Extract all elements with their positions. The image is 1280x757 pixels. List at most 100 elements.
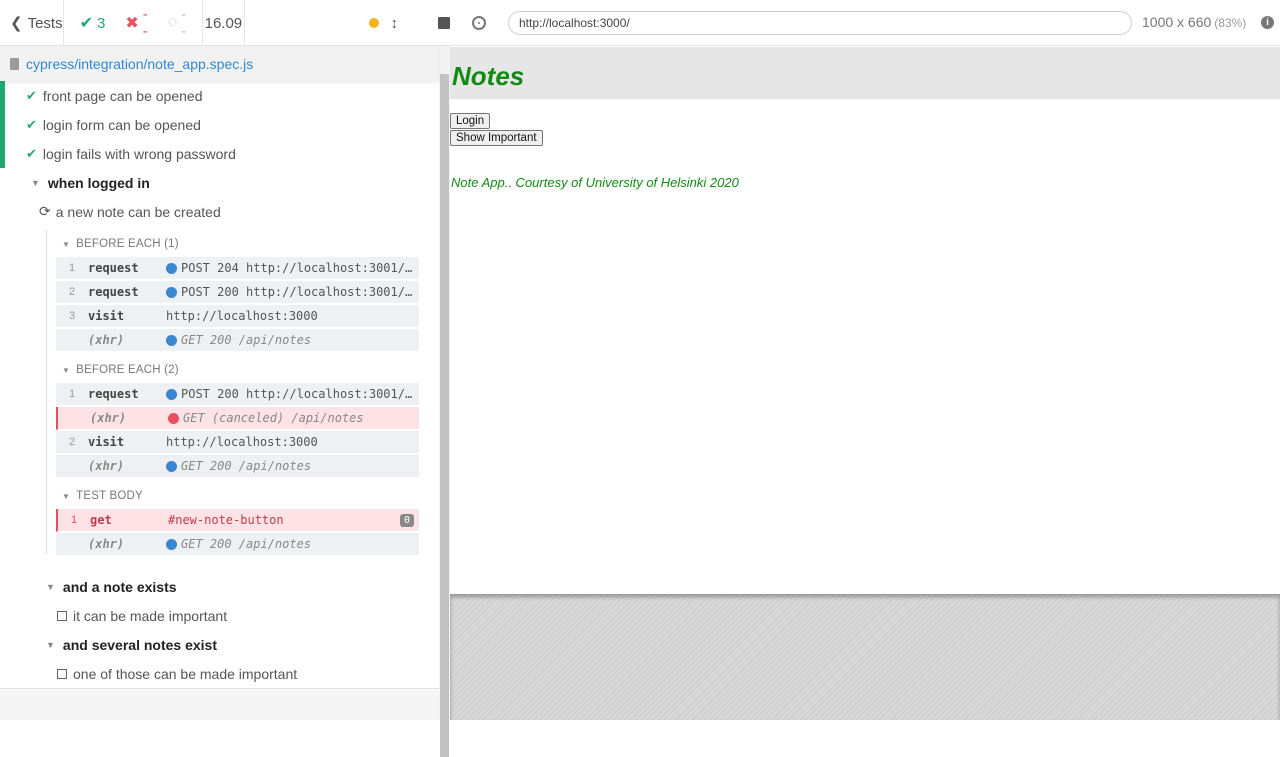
hook-before-each-2[interactable]: ▼ BEFORE EACH (2) [62,361,179,379]
test-title: login form can be opened [42,116,201,133]
command-name: (xhr) [88,459,125,473]
passed-count: 3 [97,14,106,32]
command-row[interactable]: (xhr) GET 200 /api/notes [56,533,419,556]
command-row[interactable]: (xhr) GET (canceled) /api/notes [56,407,419,430]
command-message: POST 204 http://localhost:3001/… [166,261,419,275]
reporter-scrollbar[interactable] [439,46,450,757]
show-important-button[interactable]: Show Important [450,130,543,146]
page-title: Notes [452,61,525,91]
command-row[interactable]: 1 request POST 204 http://localhost:3001/… [56,257,419,280]
hook-test-body[interactable]: ▼ TEST BODY [62,487,143,505]
command-message: GET (canceled) /api/notes [168,411,419,425]
caret-down-icon: ▼ [62,491,71,501]
pending-checkbox-icon [57,668,67,679]
login-button[interactable]: Login [450,113,491,129]
command-name: request [88,387,139,401]
command-row[interactable]: 3 visit http://localhost:3000 [56,305,419,328]
command-message-text: http://localhost:3000 [166,435,318,449]
viewport-scale: (83%) [1214,16,1247,30]
command-number: 1 [68,262,76,274]
command-row[interactable]: 2 request POST 200 http://localhost:3001/… [56,281,419,304]
request-status-dot-icon [166,334,177,346]
pass-indicator [0,110,5,139]
info-icon[interactable]: i [1261,16,1274,29]
command-message: http://localhost:3000 [166,309,419,323]
test-title: one of those can be made important [73,665,298,682]
viewport-size: 1000 x 660 (83%) [1142,14,1246,30]
command-row[interactable]: (xhr) GET 200 /api/notes [56,329,419,352]
app-header-band: Notes [450,47,1280,99]
app-footer: Note App.. Courtesy of University of Hel… [451,175,739,190]
command-row[interactable]: 1 get #new-note-button 0 [56,509,419,532]
suite-title: when logged in [47,174,150,191]
command-message: #new-note-button [168,513,400,527]
reporter-header: ❮ Tests ✔ 3 ✖ -- ◌ -- 16.09 ↕ [0,0,450,46]
stats: ✔ 3 ✖ -- ◌ -- [64,0,204,46]
test-login-fails[interactable]: ✔ login fails with wrong password [0,139,439,168]
hook-title: BEFORE EACH (2) [76,364,179,376]
command-message-text: POST 204 http://localhost:3001/… [181,261,413,275]
command-name: visit [88,435,125,449]
spinner-icon: ◌ [167,14,178,31]
pending-stat: ◌ -- [168,6,187,40]
command-message-text: POST 200 http://localhost:3001/… [181,387,413,401]
viewport-dimensions: 1000 x 660 [1142,14,1212,30]
command-message-text: GET 200 /api/notes [181,537,312,551]
command-row[interactable]: (xhr) GET 200 /api/notes [56,455,419,478]
caret-down-icon: ▼ [62,239,71,249]
crosshair-icon[interactable] [472,15,486,30]
command-row[interactable]: 2 visit http://localhost:3000 [56,431,419,454]
chevron-left-icon: ❮ [10,15,23,32]
hook-title: TEST BODY [76,490,143,502]
caret-down-icon: ▼ [46,639,55,650]
reporter-panel: ❮ Tests ✔ 3 ✖ -- ◌ -- 16.09 ↕ cypress/in… [0,0,450,757]
reporter-footer [0,690,439,720]
app-under-test-panel: http://localhost:3000/ 1000 x 660 (83%) i… [450,0,1280,720]
command-message: GET 200 /api/notes [166,537,419,551]
command-message-text: #new-note-button [168,513,284,527]
aut-header: http://localhost:3000/ 1000 x 660 (83%) i [450,0,1280,46]
caret-down-icon: ▼ [62,365,71,375]
element-count-badge: 0 [399,513,414,527]
scrollbar-thumb[interactable] [440,74,449,757]
test-title: front page can be opened [42,87,203,104]
test-login-form[interactable]: ✔ login form can be opened [0,110,439,139]
pending-count: -- [181,6,187,40]
test-title: login fails with wrong password [42,145,236,162]
command-number: 3 [68,310,76,322]
suite-several-notes-exist[interactable]: ▼ and several notes exist [46,630,217,659]
request-status-dot-icon [166,538,177,550]
command-message-text: GET 200 /api/notes [181,459,312,473]
command-message: GET 200 /api/notes [166,333,419,347]
command-name: request [88,285,139,299]
stop-button[interactable] [438,17,450,29]
back-to-tests-button[interactable]: ❮ Tests [0,0,64,46]
caret-down-icon: ▼ [31,177,40,188]
controls: ↕ [245,0,450,46]
command-number: 2 [68,286,76,298]
test-new-note-running[interactable]: ⟳ a new note can be created [39,197,221,226]
viewport-background [450,594,1280,720]
request-status-dot-icon [166,388,177,400]
test-can-be-made-important[interactable]: it can be made important [57,601,227,630]
request-status-dot-icon [166,262,177,274]
refresh-icon: ⟳ [39,203,51,219]
check-icon: ✔ [26,116,37,132]
spec-file-link[interactable]: cypress/integration/note_app.spec.js [26,56,253,72]
pass-indicator [0,81,5,110]
hook-before-each-1[interactable]: ▼ BEFORE EACH (1) [62,235,179,253]
check-icon: ✔ [79,15,93,32]
suite-and-a-note-exists[interactable]: ▼ and a note exists [46,572,177,601]
test-front-page[interactable]: ✔ front page can be opened [0,81,439,110]
test-one-of-those-important[interactable]: one of those can be made important [57,659,297,688]
failed-count: -- [142,6,148,40]
suite-title: and a note exists [62,578,177,595]
command-row[interactable]: 1 request POST 200 http://localhost:3001/… [56,383,419,406]
caret-down-icon: ▼ [46,581,55,592]
failed-stat: ✖ -- [125,6,147,40]
request-status-dot-icon [166,460,177,472]
x-icon: ✖ [125,15,139,32]
command-message: POST 200 http://localhost:3001/… [166,387,419,401]
auto-scroll-toggle-icon[interactable]: ↕ [391,15,399,32]
suite-when-logged-in[interactable]: ▼ when logged in [31,168,150,197]
